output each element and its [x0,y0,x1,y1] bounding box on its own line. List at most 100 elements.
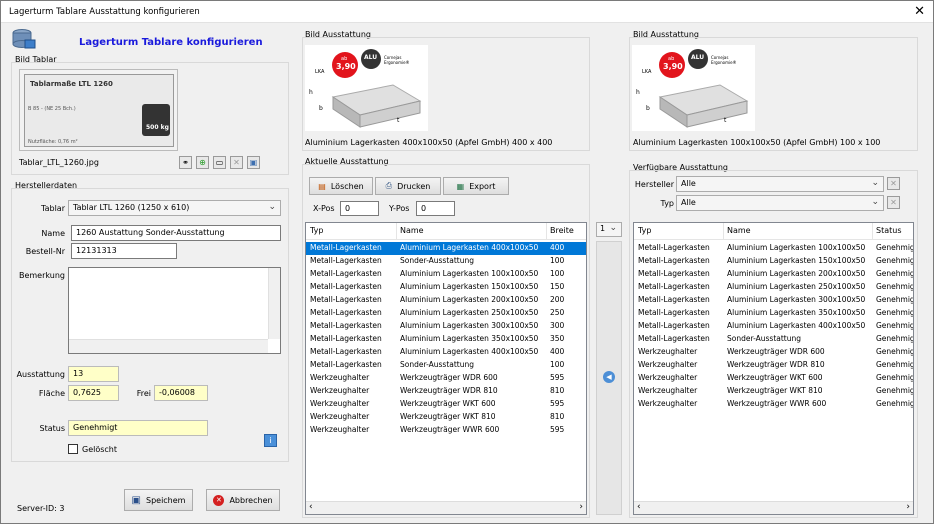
table-row[interactable]: Metall-Lagerkasten Aluminium Lagerkasten … [306,307,586,320]
scroll-right-icon[interactable]: › [579,502,583,512]
table-cell: Genehmigt [876,295,914,304]
bemerkung-textarea[interactable] [68,267,281,354]
frei-label: Frei [136,389,151,398]
table-row[interactable]: Metall-Lagerkasten Aluminium Lagerkasten … [634,255,913,268]
col-name[interactable]: Name [400,226,424,235]
textarea-vscroll[interactable] [268,268,280,339]
window-title: Lagerturm Tablare Ausstattung konfigurie… [9,7,200,17]
name-field[interactable]: 1260 Austattung Sonder-Ausstattung [71,225,281,241]
col-typ[interactable]: Typ [638,226,651,235]
scroll-right-icon[interactable]: › [906,502,910,512]
lka-label: LKA [642,69,652,75]
table-cell: Werkzeugträger WDR 600 [727,347,825,356]
table-row[interactable]: Werkzeughalter Werkzeugträger WKT 600 Gene… [634,372,913,385]
table-row[interactable]: Metall-Lagerkasten Aluminium Lagerkasten … [634,281,913,294]
clear-hersteller-icon[interactable]: ✕ [887,177,900,190]
export-button[interactable]: ▦ Export [443,177,509,195]
table-cell: Aluminium Lagerkasten 100x100x50 [727,243,866,252]
col-status[interactable]: Status [876,226,902,235]
hersteller-filter-select[interactable]: Alle ⌄ [676,176,884,192]
xpos-field[interactable]: 0 [340,201,379,216]
count-select[interactable]: 1 ⌄ [596,222,622,237]
transfer-left-icon[interactable]: ◀ [603,371,615,383]
scroll-left-icon[interactable]: ‹ [637,502,641,512]
table-row[interactable]: Metall-Lagerkasten Aluminium Lagerkasten … [306,281,586,294]
table-row[interactable]: Werkzeughalter Werkzeugträger WWR 600 Gene… [634,398,913,411]
aktuell-hscroll[interactable]: ‹ › [306,501,586,514]
table-cell: 400 [550,347,565,356]
info-icon[interactable]: i [264,434,277,447]
table-cell: Werkzeugträger WDR 810 [400,386,498,395]
table-row[interactable]: Metall-Lagerkasten Aluminium Lagerkasten … [306,268,586,281]
table-row[interactable]: Werkzeughalter Werkzeugträger WDR 600 Gene… [634,346,913,359]
col-name[interactable]: Name [727,226,751,235]
aktuell-table[interactable]: Typ Name Breite Metall-Lagerkasten Alumin… [305,222,587,515]
bestell-field[interactable]: 12131313 [71,243,177,259]
table-row[interactable]: Metall-Lagerkasten Aluminium Lagerkasten … [634,268,913,281]
table-cell: 300 [550,321,565,330]
table-row[interactable]: Werkzeughalter Werkzeugträger WKT 810 Gene… [634,385,913,398]
table-cell: Werkzeugträger WKT 810 [727,386,823,395]
save-image-icon[interactable]: ▣ [247,156,260,169]
textarea-hscroll[interactable] [69,339,268,353]
clear-typ-icon[interactable]: ✕ [887,196,900,209]
table-row[interactable]: Werkzeughalter Werkzeugträger WWR 600 595 [306,424,586,437]
table-row[interactable]: Werkzeughalter Werkzeugträger WKT 600 595 [306,398,586,411]
geloescht-checkbox[interactable] [68,444,78,454]
verfuegbar-table[interactable]: Typ Name Status Metall-Lagerkasten Alumin… [633,222,914,515]
header-title: Lagerturm Tablare konfigurieren [79,37,263,48]
add-icon[interactable]: ⊕ [196,156,209,169]
cancel-button[interactable]: ✕ Abbrechen [206,489,280,511]
verfuegbar-hscroll[interactable]: ‹ › [634,501,913,514]
table-cell: Metall-Lagerkasten [638,282,710,291]
tablar-select[interactable]: Tablar LTL 1260 (1250 x 610) ⌄ [68,200,281,216]
table-cell: Aluminium Lagerkasten 400x100x50 [727,321,866,330]
table-row[interactable]: Metall-Lagerkasten Aluminium Lagerkasten … [306,346,586,359]
scroll-left-icon[interactable]: ‹ [309,502,313,512]
frei-field: -0,06008 [154,385,208,401]
verfuegbar-image-caption: Aluminium Lagerkasten 100x100x50 (Apfel … [633,138,881,147]
save-button[interactable]: ▣ Speichem [124,489,193,511]
printer-icon: ⎙ [385,181,393,190]
status-field: Genehmigt [68,420,208,436]
table-row[interactable]: Metall-Lagerkasten Aluminium Lagerkasten … [634,307,913,320]
col-breite[interactable]: Breite [550,226,574,235]
table-row[interactable]: Metall-Lagerkasten Aluminium Lagerkasten … [306,320,586,333]
table-row[interactable]: Metall-Lagerkasten Sonder-Ausstattung 100 [306,359,586,372]
table-cell: Genehmigt [876,282,914,291]
table-cell: Metall-Lagerkasten [638,321,710,330]
table-row[interactable]: Metall-Lagerkasten Aluminium Lagerkasten … [634,294,913,307]
close-icon[interactable]: ✕ [914,4,925,19]
table-row[interactable]: Metall-Lagerkasten Sonder-Ausstattung Gene… [634,333,913,346]
table-cell: Werkzeugträger WDR 810 [727,360,825,369]
table-row[interactable]: Metall-Lagerkasten Aluminium Lagerkasten … [306,242,586,255]
dialog-window: Lagerturm Tablare Ausstattung konfigurie… [0,0,934,524]
table-row[interactable]: Werkzeughalter Werkzeugträger WKT 810 810 [306,411,586,424]
table-cell: Aluminium Lagerkasten 100x100x50 [400,269,539,278]
table-cell: Metall-Lagerkasten [310,308,382,317]
table-row[interactable]: Metall-Lagerkasten Aluminium Lagerkasten … [634,320,913,333]
dim-b: b [319,105,323,112]
table-cell: Werkzeugträger WKT 600 [727,373,823,382]
delete-image-icon[interactable]: ✕ [230,156,243,169]
table-cell: Metall-Lagerkasten [310,269,382,278]
table-cell: Werkzeughalter [310,425,370,434]
table-row[interactable]: Metall-Lagerkasten Aluminium Lagerkasten … [634,242,913,255]
table-cell: Metall-Lagerkasten [310,347,382,356]
typ-filter-select[interactable]: Alle ⌄ [676,195,884,211]
table-cell: Genehmigt [876,360,914,369]
folder-icon[interactable]: ▭ [213,156,226,169]
table-row[interactable]: Metall-Lagerkasten Aluminium Lagerkasten … [306,294,586,307]
table-row[interactable]: Metall-Lagerkasten Aluminium Lagerkasten … [306,333,586,346]
print-button[interactable]: ⎙ Drucken [375,177,441,195]
table-row[interactable]: Werkzeughalter Werkzeugträger WDR 600 595 [306,372,586,385]
ypos-field[interactable]: 0 [416,201,455,216]
table-row[interactable]: Werkzeughalter Werkzeugträger WDR 810 Gene… [634,359,913,372]
tablar-filename: Tablar_LTL_1260.jpg [19,158,99,167]
lka-label: LKA [315,69,325,75]
delete-button[interactable]: ▤ Löschen [309,177,373,195]
col-typ[interactable]: Typ [310,226,323,235]
table-row[interactable]: Metall-Lagerkasten Sonder-Ausstattung 100 [306,255,586,268]
binoculars-icon[interactable]: ⚭ [179,156,192,169]
table-row[interactable]: Werkzeughalter Werkzeugträger WDR 810 810 [306,385,586,398]
